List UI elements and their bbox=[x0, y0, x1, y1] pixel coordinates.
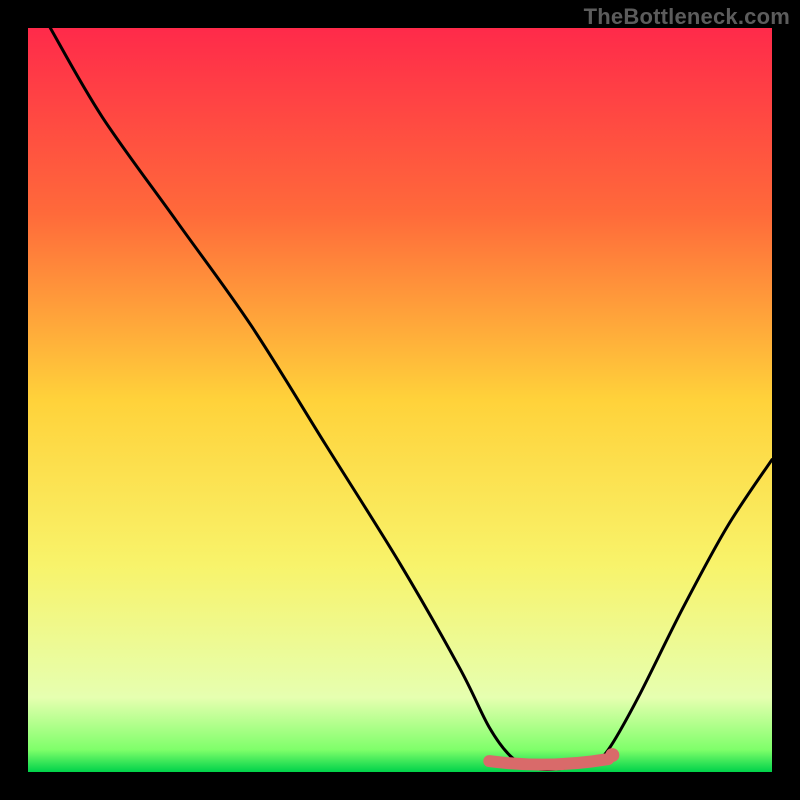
watermark-label: TheBottleneck.com bbox=[584, 4, 790, 30]
gradient-background bbox=[28, 28, 772, 772]
chart-frame: TheBottleneck.com bbox=[0, 0, 800, 800]
bottleneck-curve-chart bbox=[28, 28, 772, 772]
highlight-end-dot bbox=[605, 748, 619, 762]
optimal-range-highlight bbox=[489, 759, 608, 765]
plot-area bbox=[28, 28, 772, 772]
